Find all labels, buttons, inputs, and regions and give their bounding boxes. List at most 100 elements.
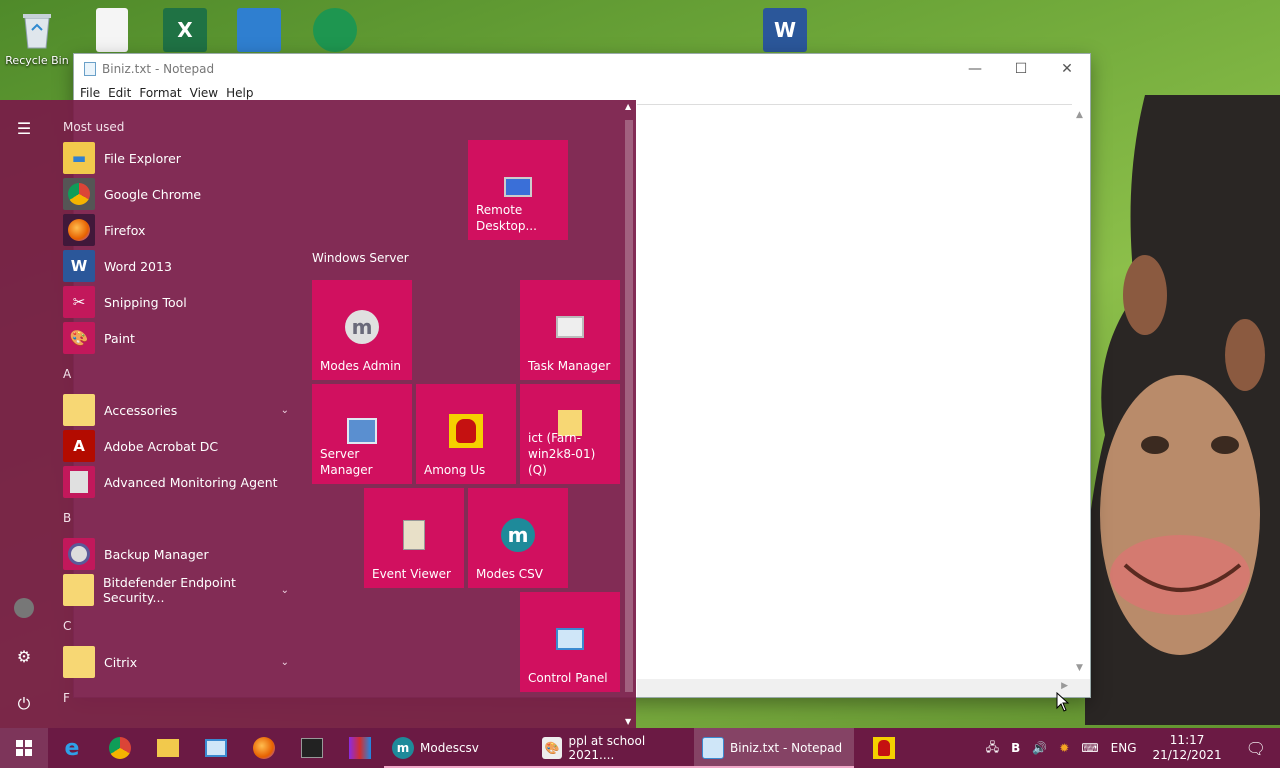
app-adobe-acrobat[interactable]: A Adobe Acrobat DC: [63, 428, 295, 464]
maximize-button[interactable]: ☐: [998, 54, 1044, 84]
tile-modes-admin[interactable]: m Modes Admin: [312, 280, 412, 380]
tiles-group-heading[interactable]: Windows Server: [312, 251, 409, 265]
minimize-button[interactable]: —: [952, 54, 998, 84]
app-file-explorer[interactable]: ▬ File Explorer: [63, 140, 295, 176]
tile-control-panel[interactable]: Control Panel: [520, 592, 620, 692]
clock[interactable]: 11:17 21/12/2021: [1143, 733, 1232, 763]
chevron-down-icon[interactable]: ⌄: [281, 405, 289, 416]
scroll-up-icon[interactable]: ▲: [1076, 110, 1083, 120]
folder-icon: [63, 646, 95, 678]
app-bitdefender[interactable]: Bitdefender Endpoint Security... ⌄: [63, 572, 295, 608]
start-menu-scrollbar[interactable]: ▲ ▼: [623, 100, 635, 728]
app-paint[interactable]: 🎨 Paint: [63, 320, 295, 356]
tile-label: Remote Desktop...: [476, 203, 537, 233]
taskbar-internet-explorer[interactable]: e: [48, 728, 96, 768]
notepad-text-area[interactable]: [637, 104, 1072, 679]
event-viewer-icon: [397, 518, 431, 552]
firefox-icon: [63, 214, 95, 246]
tray-app-icon[interactable]: ✹: [1053, 741, 1075, 755]
window-app-icon: [237, 8, 281, 52]
close-button[interactable]: ✕: [1044, 54, 1090, 84]
taskbar-among-us[interactable]: [860, 728, 908, 768]
user-avatar-icon[interactable]: [12, 596, 36, 620]
word-icon: W: [63, 250, 95, 282]
chevron-down-icon[interactable]: ⌄: [281, 657, 289, 668]
folder-icon: [63, 574, 94, 606]
notepad-title-bar[interactable]: Biniz.txt - Notepad: [74, 54, 1090, 84]
power-icon[interactable]: ⏻: [12, 692, 36, 716]
app-google-chrome[interactable]: Google Chrome: [63, 176, 295, 212]
taskbar-firefox[interactable]: [240, 728, 288, 768]
taskbar-terminal[interactable]: [288, 728, 336, 768]
app-snipping-tool[interactable]: ✂ Snipping Tool: [63, 284, 295, 320]
group-letter-a[interactable]: A: [63, 356, 295, 392]
taskbar-file-explorer[interactable]: [144, 728, 192, 768]
input-indicator[interactable]: B: [1005, 741, 1026, 755]
tile-label: Event Viewer: [372, 567, 451, 581]
notifications-icon[interactable]: 🗨: [1232, 739, 1280, 758]
app-backup-manager[interactable]: Backup Manager: [63, 536, 295, 572]
scroll-up-icon[interactable]: ▲: [625, 102, 631, 111]
desktop-icon-spreadsheet-app[interactable]: [300, 4, 370, 54]
notepad-icon: [702, 737, 724, 759]
language-indicator[interactable]: ENG: [1105, 741, 1143, 755]
settings-gear-icon[interactable]: ⚙: [12, 644, 36, 668]
chevron-down-icon[interactable]: ⌄: [281, 585, 289, 596]
most-used-heading: Most used: [63, 120, 125, 134]
taskbar-winrar[interactable]: [336, 728, 384, 768]
volume-icon[interactable]: 🔊: [1026, 741, 1053, 755]
window-controls: — ☐ ✕: [952, 54, 1090, 84]
desktop-icon-document[interactable]: [77, 4, 147, 54]
desktop-icon-recycle-bin[interactable]: Recycle Bin: [2, 4, 72, 67]
chrome-icon: [63, 178, 95, 210]
tile-label: Control Panel: [528, 671, 608, 685]
taskbar-control-panel[interactable]: [192, 728, 240, 768]
scroll-down-icon[interactable]: ▼: [1076, 663, 1083, 673]
desktop-icon-window-app[interactable]: [224, 4, 294, 54]
tile-among-us[interactable]: Among Us: [416, 384, 516, 484]
taskbar-app-modescsv[interactable]: m Modescsv: [384, 728, 534, 768]
app-label: Bitdefender Endpoint Security...: [102, 575, 236, 605]
taskbar-chrome[interactable]: [96, 728, 144, 768]
modes-logo-icon: m: [501, 518, 535, 552]
acrobat-icon: A: [63, 430, 95, 462]
group-letter-b[interactable]: B: [63, 500, 295, 536]
app-label: Adobe Acrobat DC: [104, 438, 219, 454]
tile-server-manager[interactable]: Server Manager: [312, 384, 412, 484]
taskbar-app-paint[interactable]: 🎨 ppl at school 2021....: [534, 728, 694, 768]
system-tray: 🖧 B 🔊 ✹ ⌨ ENG 11:17 21/12/2021 🗨: [980, 728, 1280, 768]
app-word-2013[interactable]: W Word 2013: [63, 248, 295, 284]
scrollbar-thumb[interactable]: [625, 120, 633, 692]
tile-remote-desktop[interactable]: Remote Desktop...: [468, 140, 568, 240]
app-citrix[interactable]: Citrix ⌄: [63, 644, 295, 680]
tile-event-viewer[interactable]: Event Viewer: [364, 488, 464, 588]
tile-ict-drive[interactable]: ict (Farn-win2k8-01) (Q): [520, 384, 620, 484]
group-letter-f[interactable]: F: [63, 680, 295, 716]
mouse-cursor-icon: [1056, 692, 1070, 712]
tile-task-manager[interactable]: Task Manager: [520, 280, 620, 380]
task-manager-icon: [553, 310, 587, 344]
notepad-vertical-scrollbar[interactable]: ▲ ▼: [1072, 104, 1090, 679]
folder-icon: ▬: [63, 142, 95, 174]
app-firefox[interactable]: Firefox: [63, 212, 295, 248]
tile-modes-csv[interactable]: m Modes CSV: [468, 488, 568, 588]
app-label: Backup Manager: [104, 546, 209, 562]
archive-icon: [349, 737, 371, 759]
app-label: Accessories: [104, 402, 178, 418]
tile-label: Modes Admin: [320, 359, 402, 373]
app-accessories[interactable]: Accessories ⌄: [63, 392, 295, 428]
network-icon[interactable]: 🖧: [980, 738, 1005, 759]
wallpaper-chimp: [1085, 95, 1280, 725]
group-letter-c[interactable]: C: [63, 608, 295, 644]
app-advanced-monitoring-agent[interactable]: Advanced Monitoring Agent: [63, 464, 295, 500]
taskbar-app-notepad[interactable]: Biniz.txt - Notepad: [694, 728, 854, 768]
scroll-down-icon[interactable]: ▼: [625, 717, 631, 726]
start-button[interactable]: [0, 728, 48, 768]
monitor-agent-icon: [63, 466, 95, 498]
keyboard-icon[interactable]: ⌨: [1075, 741, 1104, 755]
scroll-right-icon[interactable]: ▶: [1061, 681, 1068, 691]
desktop-icon-excel[interactable]: X: [150, 4, 220, 54]
desktop-icon-word[interactable]: W: [750, 4, 820, 54]
hamburger-menu-icon[interactable]: ☰: [12, 116, 36, 140]
notepad-horizontal-scrollbar[interactable]: ▶: [637, 679, 1090, 697]
